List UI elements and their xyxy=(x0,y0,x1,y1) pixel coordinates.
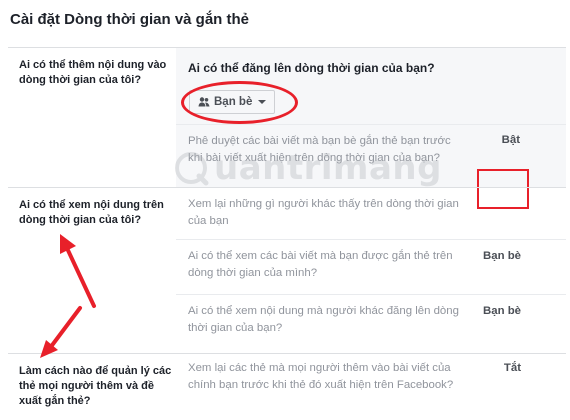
setting-value[interactable]: Bạn bè xyxy=(483,250,521,262)
setting-value[interactable]: Bật xyxy=(502,134,520,146)
setting-row[interactable]: Xem lại những gì người khác thấy trên dò… xyxy=(176,188,566,239)
setting-header: Ai có thể đăng lên dòng thời gian của bạ… xyxy=(188,61,435,75)
setting-row[interactable]: Ai có thể xem nội dung mà người khác đăn… xyxy=(176,294,566,352)
watermark: uantrimang xyxy=(172,148,442,188)
divider xyxy=(176,124,566,125)
setting-row[interactable]: Xem lại các thẻ mà mọi người thêm vào bà… xyxy=(176,354,566,402)
section-category-label: Làm cách nào để quản lý các thẻ mọi ngườ… xyxy=(19,365,172,407)
section-panel: Xem lại những gì người khác thấy trên dò… xyxy=(176,188,566,352)
arrow-up-icon xyxy=(60,234,96,308)
arrow-down-icon xyxy=(40,306,82,358)
section-category-label: Ai có thể thêm nội dung vào dòng thời gi… xyxy=(19,59,167,86)
setting-value[interactable]: Tắt xyxy=(504,362,521,374)
section-panel: Xem lại các thẻ mà mọi người thêm vào bà… xyxy=(176,354,566,402)
watermark-logo-icon xyxy=(175,152,209,186)
setting-value[interactable]: Bạn bè xyxy=(483,305,521,317)
watermark-text: uantrimang xyxy=(214,148,442,188)
section-category-label: Ai có thể xem nội dung trên dòng thời gi… xyxy=(19,199,164,226)
highlight-ellipse xyxy=(181,81,298,124)
settings-section-manage-tags: Làm cách nào để quản lý các thẻ mọi ngườ… xyxy=(8,353,566,420)
setting-text: Xem lại những gì người khác thấy trên dò… xyxy=(188,198,459,227)
setting-text: Xem lại các thẻ mà mọi người thêm vào bà… xyxy=(188,362,454,391)
setting-text: Ai có thể xem nội dung mà người khác đăn… xyxy=(188,305,459,334)
setting-text: Ai có thể xem các bài viết mà bạn được g… xyxy=(188,250,453,279)
page-title: Cài đặt Dòng thời gian và gắn thẻ xyxy=(10,11,250,28)
setting-row[interactable]: Ai có thể xem các bài viết mà bạn được g… xyxy=(176,239,566,294)
